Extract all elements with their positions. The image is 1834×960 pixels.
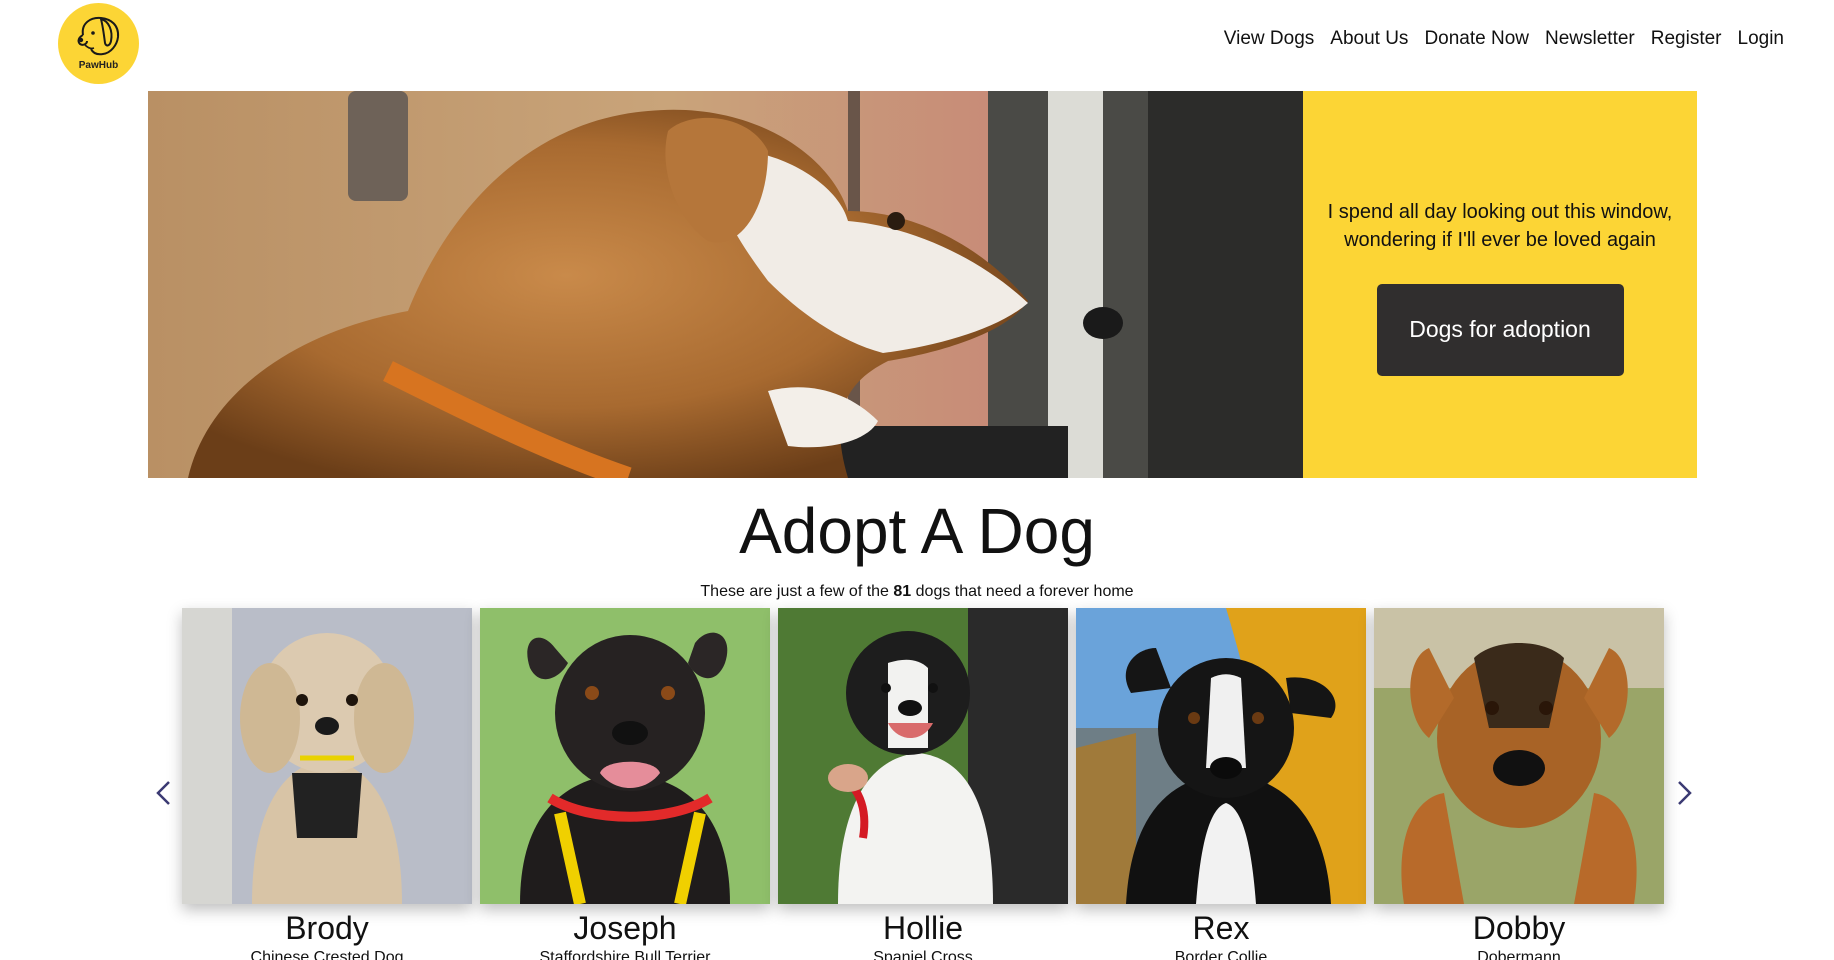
hero-banner: I spend all day looking out this window,… bbox=[148, 91, 1697, 478]
nav-about-us[interactable]: About Us bbox=[1330, 28, 1408, 50]
nav-login[interactable]: Login bbox=[1738, 28, 1785, 50]
dog-card-brody[interactable]: Brody Chinese Crested Dog bbox=[182, 608, 472, 960]
dog-photo bbox=[1076, 608, 1366, 904]
dog-name: Rex bbox=[1192, 910, 1250, 946]
dog-carousel: Brody Chinese Crested Dog Joseph Staffor… bbox=[182, 608, 1664, 960]
dog-card-hollie[interactable]: Hollie Spaniel Cross bbox=[778, 608, 1068, 960]
dog-breed: Spaniel Cross bbox=[873, 949, 973, 960]
dog-count: 81 bbox=[893, 583, 912, 600]
dogs-for-adoption-button[interactable]: Dogs for adoption bbox=[1376, 283, 1624, 376]
dog-name: Joseph bbox=[573, 910, 677, 946]
logo-text: PawHub bbox=[78, 59, 119, 71]
section-title: Adopt A Dog bbox=[739, 495, 1095, 567]
dog-breed: Dobermann bbox=[1477, 949, 1561, 960]
subtitle-before: These are just a few of the bbox=[700, 583, 894, 600]
dog-head-icon bbox=[77, 16, 119, 55]
dog-breed: Chinese Crested Dog bbox=[250, 949, 404, 960]
dog-name: Brody bbox=[285, 910, 369, 946]
site-logo[interactable]: PawHub bbox=[58, 3, 139, 84]
hero-panel: I spend all day looking out this window,… bbox=[1303, 91, 1697, 478]
dog-breed: Staffordshire Bull Terrier bbox=[539, 949, 711, 960]
chevron-right-icon bbox=[1678, 781, 1692, 805]
dog-photo bbox=[778, 608, 1068, 904]
dog-card-joseph[interactable]: Joseph Staffordshire Bull Terrier bbox=[480, 608, 770, 960]
nav-view-dogs[interactable]: View Dogs bbox=[1224, 28, 1314, 50]
carousel-prev-button[interactable] bbox=[150, 778, 176, 808]
dog-card-dobby[interactable]: Dobby Dobermann bbox=[1374, 608, 1664, 960]
dog-photo bbox=[1374, 608, 1664, 904]
dog-name: Hollie bbox=[882, 910, 964, 946]
dog-name: Dobby bbox=[1472, 910, 1566, 946]
dog-photo bbox=[480, 608, 770, 904]
nav-register[interactable]: Register bbox=[1651, 28, 1722, 50]
section-subtitle: These are just a few of the 81 dogs that… bbox=[0, 583, 1834, 601]
chevron-left-icon bbox=[156, 781, 170, 805]
main-nav: View Dogs About Us Donate Now Newsletter… bbox=[1224, 28, 1784, 50]
subtitle-after: dogs that need a forever home bbox=[911, 583, 1134, 600]
dog-card-rex[interactable]: Rex Border Collie bbox=[1076, 608, 1366, 960]
hero-quote: I spend all day looking out this window,… bbox=[1327, 200, 1673, 251]
nav-donate-now[interactable]: Donate Now bbox=[1424, 28, 1529, 50]
hero-dog-photo bbox=[148, 91, 1303, 478]
dog-photo bbox=[182, 608, 472, 904]
carousel-next-button[interactable] bbox=[1672, 778, 1698, 808]
dog-breed: Border Collie bbox=[1174, 949, 1268, 960]
nav-newsletter[interactable]: Newsletter bbox=[1545, 28, 1635, 50]
